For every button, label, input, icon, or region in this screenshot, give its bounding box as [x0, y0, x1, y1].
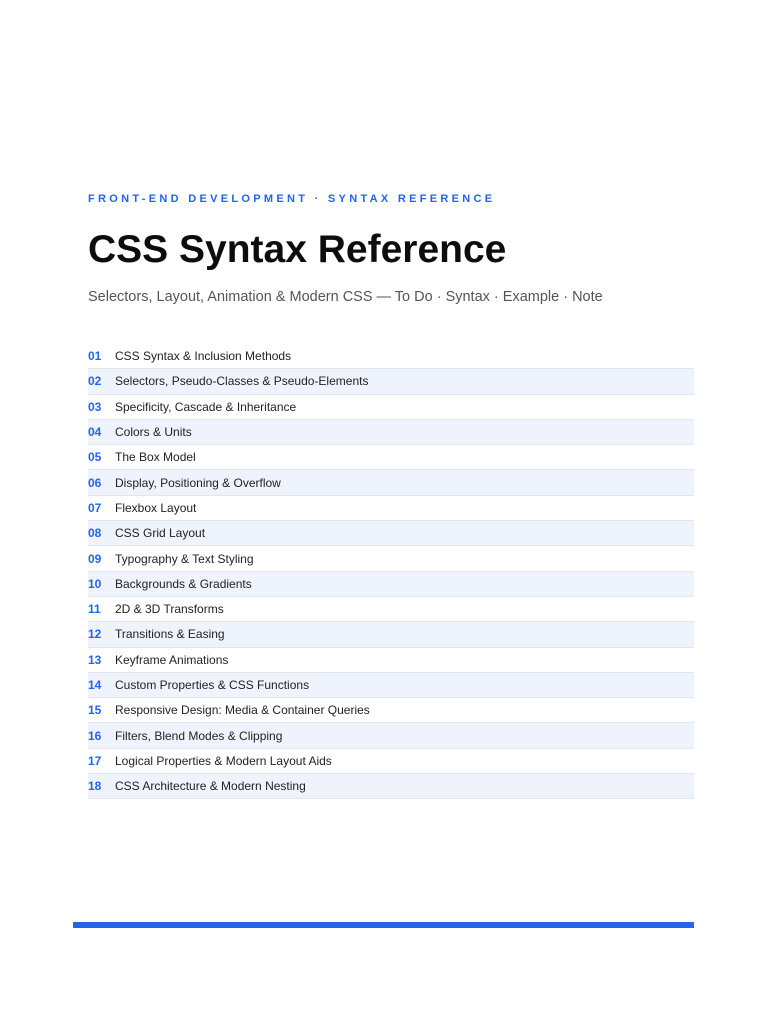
toc-item[interactable]: 07 Flexbox Layout [88, 496, 694, 522]
toc-item-number: 14 [88, 678, 102, 692]
toc-item-number: 01 [88, 349, 102, 364]
footer-accent-rule [73, 922, 694, 928]
toc-item[interactable]: 02 Selectors, Pseudo-Classes & Pseudo-Ele… [88, 369, 694, 395]
toc-item-number: 04 [88, 425, 102, 440]
toc-item-number: 09 [88, 551, 102, 566]
toc-item-number: 06 [88, 475, 102, 490]
page-title: CSS Syntax Reference [88, 228, 507, 271]
toc-item-number: 02 [88, 374, 102, 389]
toc-item-label: CSS Syntax & Inclusion Methods [115, 349, 292, 364]
toc-item-label: Specificity, Cascade & Inheritance [115, 399, 297, 414]
toc-item-label: Transitions & Easing [115, 627, 225, 642]
table-of-contents: 01 CSS Syntax & Inclusion Methods 02 Select… [88, 344, 694, 800]
toc-item-number: 13 [88, 652, 102, 667]
toc-item[interactable]: 18 CSS Architecture & Modern Nesting [88, 774, 694, 800]
toc-item-number: 08 [88, 526, 102, 541]
toc-item[interactable]: 04 Colors & Units [88, 419, 694, 446]
toc-item[interactable]: 13 Keyframe Animations [88, 648, 694, 673]
toc-item[interactable]: 08 CSS Grid Layout [88, 521, 694, 547]
toc-item-label: 2D & 3D Transforms [115, 602, 224, 617]
toc-item-number: 15 [88, 703, 102, 718]
toc-item[interactable]: 03 Specificity, Cascade & Inheritance [88, 395, 694, 420]
toc-item-label: CSS Grid Layout [115, 526, 206, 541]
toc-item[interactable]: 17 Logical Properties & Modern Layout Aid… [88, 749, 694, 775]
toc-item-label: Keyframe Animations [115, 652, 229, 667]
toc-item-label: Backgrounds & Gradients [115, 576, 252, 591]
toc-item-number: 05 [88, 450, 102, 465]
toc-item[interactable]: 16 Filters, Blend Modes & Clipping [88, 723, 694, 749]
toc-item[interactable]: 11 2D & 3D Transforms [88, 597, 694, 623]
toc-item[interactable]: 01 CSS Syntax & Inclusion Methods [88, 344, 694, 370]
toc-item-label: Colors & Units [115, 425, 192, 440]
toc-item[interactable]: 10 Backgrounds & Gradients [88, 571, 694, 597]
toc-item-label: The Box Model [115, 450, 196, 465]
toc-item-number: 16 [88, 728, 102, 743]
toc-item-label: Responsive Design: Media & Container Que… [115, 703, 370, 718]
toc-item-number: 12 [88, 627, 102, 642]
toc-item-label: Selectors, Pseudo-Classes & Pseudo-Eleme… [115, 374, 369, 389]
toc-item-label: Custom Properties & CSS Functions [115, 678, 310, 692]
toc-item-label: Typography & Text Styling [115, 551, 254, 566]
toc-item-number: 10 [88, 576, 102, 591]
toc-item-label: Logical Properties & Modern Layout Aids [115, 753, 332, 768]
toc-item-number: 17 [88, 753, 102, 768]
toc-item-number: 11 [88, 602, 101, 617]
toc-item-label: CSS Architecture & Modern Nesting [115, 779, 306, 794]
toc-item-label: Flexbox Layout [115, 500, 197, 515]
page-subtitle: Selectors, Layout, Animation & Modern CS… [88, 289, 603, 305]
toc-item[interactable]: 15 Responsive Design: Media & Container Q… [88, 698, 694, 724]
toc-item-number: 07 [88, 500, 102, 515]
toc-item-label: Filters, Blend Modes & Clipping [115, 728, 283, 743]
toc-item-number: 03 [88, 399, 102, 414]
toc-item[interactable]: 14 Custom Properties & CSS Functions [88, 672, 694, 699]
toc-item[interactable]: 05 The Box Model [88, 445, 694, 471]
toc-item[interactable]: 12 Transitions & Easing [88, 622, 694, 648]
toc-item[interactable]: 06 Display, Positioning & Overflow [88, 470, 694, 496]
toc-item-number: 18 [88, 779, 102, 794]
toc-item-label: Display, Positioning & Overflow [115, 475, 281, 490]
section-kicker: FRONT-END DEVELOPMENT · SYNTAX REFERENCE [88, 193, 496, 205]
toc-item[interactable]: 09 Typography & Text Styling [88, 546, 694, 572]
